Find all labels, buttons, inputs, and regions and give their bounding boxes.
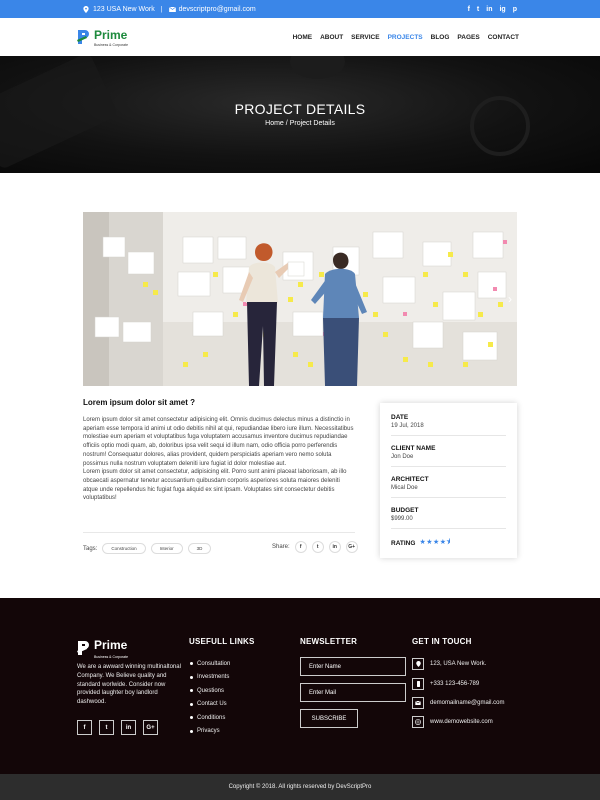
footer-social: f t in G+ — [77, 720, 158, 735]
facebook-icon[interactable]: f — [468, 6, 470, 13]
nav-home[interactable]: HOME — [293, 34, 313, 41]
top-separator: | — [160, 5, 163, 13]
globe-icon — [412, 716, 424, 728]
project-paragraph: Lorem ipsum dolor sit amet consectetur, … — [83, 469, 347, 502]
phone-icon — [412, 678, 424, 690]
footer-twitter-icon[interactable]: t — [99, 720, 114, 735]
tag-3d[interactable]: 3D — [187, 543, 212, 554]
contact-website[interactable]: www.demowebsite.com — [412, 716, 493, 728]
footer-link[interactable]: Questions — [190, 684, 230, 698]
footer-google-plus-icon[interactable]: G+ — [143, 720, 158, 735]
newsletter-name-input[interactable]: Enter Name — [300, 657, 406, 676]
tag-interior[interactable]: Interior — [150, 543, 183, 554]
info-budget: BUDGET $999.00 — [391, 507, 506, 529]
footer-logo[interactable]: Prime Business & Corporate — [77, 636, 128, 659]
footer-linkedin-icon[interactable]: in — [121, 720, 136, 735]
map-pin-icon — [412, 658, 424, 670]
project-paragraph: Lorem ipsum dolor sit amet consectetur a… — [83, 417, 354, 467]
bullet-icon — [190, 729, 193, 733]
project-heading: Lorem ipsum dolor sit amet ? — [83, 398, 196, 407]
banner-decoration — [290, 56, 345, 79]
newsletter-heading: NEWSLETTER — [300, 637, 358, 646]
bullet-icon — [190, 662, 193, 666]
nav-service[interactable]: SERVICE — [351, 34, 379, 41]
map-pin-icon — [83, 5, 90, 13]
footer-facebook-icon[interactable]: f — [77, 720, 92, 735]
contact-email[interactable]: demomailname@gmail.com — [412, 697, 504, 709]
instagram-icon[interactable]: ig — [499, 6, 505, 13]
share-twitter-icon[interactable]: t — [311, 541, 324, 553]
contact-heading: GET IN TOUCH — [412, 637, 472, 646]
share-label: Share: — [272, 544, 290, 550]
footer-logo-name: Prime — [94, 638, 128, 652]
bullet-icon — [190, 689, 193, 693]
footer-logo-mark-icon — [77, 640, 89, 655]
twitter-icon[interactable]: t — [477, 6, 479, 13]
footer-link[interactable]: Privacys — [190, 725, 230, 739]
footer-logo-tagline: Business & Corporate — [94, 655, 129, 659]
logo-tagline: Business & Corporate — [94, 43, 129, 47]
bullet-icon — [190, 702, 193, 706]
bullet-icon — [190, 716, 193, 720]
project-tags: Tags: Construction Interior 3D — [83, 543, 212, 554]
bullet-icon — [190, 675, 193, 679]
logo-name: Prime — [94, 28, 128, 42]
page-title: PROJECT DETAILS — [234, 101, 366, 117]
rating-stars-icon: ★★★★⯨ — [419, 539, 451, 546]
info-date: DATE 19 Jul, 2018 — [391, 414, 506, 436]
logo-mark-icon — [77, 28, 91, 46]
main-nav: HOME ABOUT SERVICE PROJECTS BLOG PAGES C… — [293, 18, 519, 56]
project-image-slider: › — [83, 212, 517, 386]
envelope-icon — [412, 697, 424, 709]
info-rating: RATING ★★★★⯨ — [391, 539, 451, 547]
header: Prime Business & Corporate HOME ABOUT SE… — [0, 18, 600, 56]
top-bar: 123 USA New Work | devscriptpro@gmail.co… — [0, 0, 600, 18]
top-address: 123 USA New Work — [83, 5, 155, 13]
top-email[interactable]: devscriptpro@gmail.com — [168, 6, 256, 13]
breadcrumb-current: Project Details — [289, 120, 335, 127]
envelope-icon — [168, 6, 176, 13]
tags-label: Tags: — [83, 545, 98, 552]
logo[interactable]: Prime Business & Corporate — [77, 27, 128, 48]
top-social: f t in ig p — [468, 0, 517, 18]
share-bar: Share: f t in G+ — [272, 541, 358, 553]
project-photo — [83, 212, 517, 386]
tag-construction[interactable]: Construction — [102, 543, 146, 554]
copyright-bar: Copyright © 2018. All rights reserved by… — [0, 774, 600, 800]
footer-link[interactable]: Consultation — [190, 657, 230, 671]
project-info-card: DATE 19 Jul, 2018 CLIENT NAME Jon Doe AR… — [380, 403, 517, 558]
content-divider — [83, 532, 355, 533]
footer-about: We are a awward winning multinaltonal Co… — [77, 664, 181, 706]
breadcrumb: Home / Project Details — [0, 120, 600, 127]
share-google-plus-icon[interactable]: G+ — [345, 541, 358, 553]
subscribe-button[interactable]: SUBSCRIBE — [300, 709, 358, 728]
footer-link[interactable]: Investments — [190, 671, 230, 685]
nav-contact[interactable]: CONTACT — [488, 34, 519, 41]
share-facebook-icon[interactable]: f — [294, 541, 307, 553]
linkedin-icon[interactable]: in — [486, 6, 492, 13]
breadcrumb-home[interactable]: Home — [265, 120, 284, 127]
newsletter-mail-input[interactable]: Enter Mail — [300, 683, 406, 702]
footer-link[interactable]: Conditions — [190, 711, 230, 725]
page-banner: PROJECT DETAILS Home / Project Details — [0, 56, 600, 173]
pinterest-icon[interactable]: p — [513, 6, 517, 13]
breadcrumb-separator: / — [285, 120, 288, 127]
contact-phone: +333 123-456-789 — [412, 678, 479, 690]
info-architect: ARCHITECT Mical Doe — [391, 476, 506, 498]
nav-projects[interactable]: PROJECTS — [388, 34, 423, 41]
top-contact: 123 USA New Work | devscriptpro@gmail.co… — [83, 0, 256, 18]
contact-address: 123, USA New Work. — [412, 658, 486, 670]
nav-about[interactable]: ABOUT — [320, 34, 343, 41]
project-description: Lorem ipsum dolor sit amet ? Lorem ipsum… — [83, 398, 355, 503]
footer-links-heading: USEFULL LINKS — [189, 637, 255, 646]
nav-pages[interactable]: PAGES — [457, 34, 479, 41]
nav-blog[interactable]: BLOG — [431, 34, 450, 41]
copyright-text: Copyright © 2018. All rights reserved by… — [228, 784, 372, 790]
slider-next-icon[interactable]: › — [508, 292, 512, 306]
footer-link[interactable]: Contact Us — [190, 698, 230, 712]
info-client: CLIENT NAME Jon Doe — [391, 445, 506, 467]
share-linkedin-icon[interactable]: in — [328, 541, 341, 553]
footer-links: Consultation Investments Questions Conta… — [190, 657, 230, 738]
